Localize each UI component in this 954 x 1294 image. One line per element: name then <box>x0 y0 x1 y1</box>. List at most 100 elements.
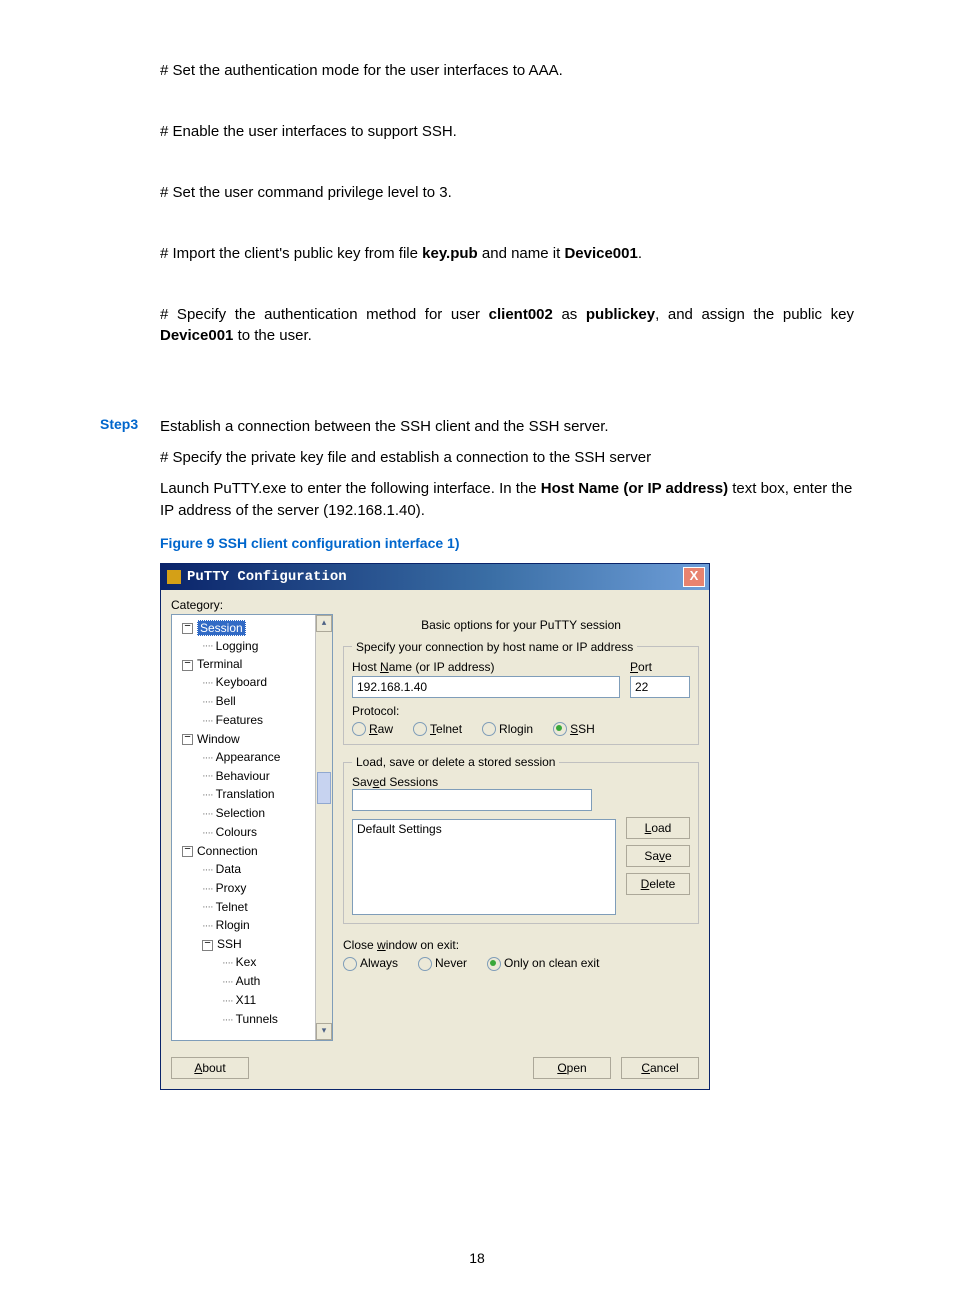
tree-auth[interactable]: ····Auth <box>176 972 330 991</box>
tree-bell[interactable]: ····Bell <box>176 692 330 711</box>
tree-label: Kex <box>236 955 257 969</box>
figure-caption: Figure 9 SSH client configuration interf… <box>160 535 894 551</box>
save-button[interactable]: Save <box>626 845 690 867</box>
radio-icon <box>418 957 432 971</box>
tree-label: Data <box>216 862 241 876</box>
tree-label: Colours <box>216 825 257 839</box>
tree-logging[interactable]: ····Logging <box>176 637 330 656</box>
bold-device001b: Device001 <box>160 327 233 344</box>
step3-text: Establish a connection between the SSH c… <box>160 416 854 437</box>
tree-data[interactable]: ····Data <box>176 860 330 879</box>
tree-label: Logging <box>216 639 259 653</box>
text: . <box>638 245 642 262</box>
open-button[interactable]: Open <box>533 1057 611 1079</box>
radio-telnet[interactable]: Telnet <box>413 722 462 737</box>
tree-label: Terminal <box>197 657 242 671</box>
collapse-icon[interactable]: − <box>182 734 193 745</box>
radio-raw[interactable]: Raw <box>352 722 393 737</box>
doc-line-4: # Import the client's public key from fi… <box>160 243 854 264</box>
tree-label: Session <box>197 620 246 636</box>
tree-label: Features <box>216 713 263 727</box>
cancel-button[interactable]: Cancel <box>621 1057 699 1079</box>
port-label: Port <box>630 660 690 674</box>
after-step-2: Launch PuTTY.exe to enter the following … <box>160 478 854 523</box>
tree-label: X11 <box>236 993 256 1007</box>
tree-colours[interactable]: ····Colours <box>176 823 330 842</box>
collapse-icon[interactable]: − <box>202 940 213 951</box>
window-title: PuTTY Configuration <box>187 569 683 585</box>
radio-icon <box>487 957 501 971</box>
scroll-up-icon[interactable]: ▴ <box>316 615 332 632</box>
scroll-thumb[interactable] <box>317 772 331 804</box>
tree-label: Window <box>197 732 240 746</box>
tree-label: Rlogin <box>216 918 250 932</box>
radio-ssh[interactable]: SSH <box>553 722 595 737</box>
tree-kex[interactable]: ····Kex <box>176 953 330 972</box>
connection-group: Specify your connection by host name or … <box>343 640 699 746</box>
tree-proxy[interactable]: ····Proxy <box>176 879 330 898</box>
bold-client002: client002 <box>489 306 553 323</box>
tree-ssh[interactable]: −SSH <box>176 935 330 953</box>
titlebar[interactable]: PuTTY Configuration X <box>161 564 709 590</box>
close-label: Close window on exit: <box>343 938 699 952</box>
scroll-down-icon[interactable]: ▾ <box>316 1023 332 1040</box>
tree-label: Telnet <box>216 900 248 914</box>
tree-telnet[interactable]: ····Telnet <box>176 898 330 917</box>
saved-session-input[interactable] <box>352 789 592 811</box>
sessions-list[interactable]: Default Settings <box>352 819 616 915</box>
saved-sessions-label: Saved Sessions <box>352 775 690 789</box>
bold-publickey: publickey <box>586 306 655 323</box>
tree-label: Keyboard <box>216 675 267 689</box>
radio-icon <box>553 722 567 736</box>
tree-window[interactable]: −Window <box>176 730 330 748</box>
tree-label: Proxy <box>216 881 247 895</box>
collapse-icon[interactable]: − <box>182 660 193 671</box>
doc-line-1: # Set the authentication mode for the us… <box>160 60 854 81</box>
radio-clean-exit[interactable]: Only on clean exit <box>487 956 599 971</box>
tree-connection[interactable]: −Connection <box>176 842 330 860</box>
list-item[interactable]: Default Settings <box>357 822 611 836</box>
tree-behaviour[interactable]: ····Behaviour <box>176 767 330 786</box>
about-button[interactable]: About <box>171 1057 249 1079</box>
radio-icon <box>352 722 366 736</box>
port-input[interactable] <box>630 676 690 698</box>
bold-device001: Device001 <box>564 245 637 262</box>
tree-selection[interactable]: ····Selection <box>176 804 330 823</box>
step3-label: Step3 <box>100 416 160 437</box>
close-on-exit-group: Close window on exit: Always Never Only … <box>343 938 699 971</box>
collapse-icon[interactable]: − <box>182 623 193 634</box>
radio-never[interactable]: Never <box>418 956 467 971</box>
text: # Specify the authentication method for … <box>160 306 489 323</box>
tree-label: SSH <box>217 937 242 951</box>
tree-rlogin[interactable]: ····Rlogin <box>176 916 330 935</box>
tree-session[interactable]: −Session <box>176 619 330 637</box>
tree-terminal[interactable]: −Terminal <box>176 655 330 673</box>
radio-rlogin[interactable]: Rlogin <box>482 722 533 737</box>
dialog-footer: About Open Cancel <box>161 1047 709 1089</box>
radio-always[interactable]: Always <box>343 956 398 971</box>
host-input[interactable] <box>352 676 620 698</box>
text: and name it <box>478 245 565 262</box>
tree-x11[interactable]: ····X11 <box>176 991 330 1010</box>
doc-line-5: # Specify the authentication method for … <box>160 304 854 346</box>
radio-icon <box>413 722 427 736</box>
doc-line-3: # Set the user command privilege level t… <box>160 182 854 203</box>
tree-features[interactable]: ····Features <box>176 711 330 730</box>
close-icon[interactable]: X <box>683 567 705 587</box>
category-tree[interactable]: −Session ····Logging −Terminal ····Keybo… <box>171 614 333 1041</box>
collapse-icon[interactable]: − <box>182 846 193 857</box>
group-legend: Specify your connection by host name or … <box>352 640 637 654</box>
tree-label: Auth <box>236 974 261 988</box>
tree-label: Connection <box>197 844 258 858</box>
delete-button[interactable]: Delete <box>626 873 690 895</box>
tree-label: Selection <box>216 806 265 820</box>
tree-keyboard[interactable]: ····Keyboard <box>176 673 330 692</box>
load-button[interactable]: Load <box>626 817 690 839</box>
tree-tunnels[interactable]: ····Tunnels <box>176 1010 330 1029</box>
tree-translation[interactable]: ····Translation <box>176 785 330 804</box>
page-number: 18 <box>0 1250 954 1266</box>
text: Launch PuTTY.exe to enter the following … <box>160 480 541 497</box>
scrollbar[interactable]: ▴ ▾ <box>315 615 332 1040</box>
tree-appearance[interactable]: ····Appearance <box>176 748 330 767</box>
text: to the user. <box>233 327 311 344</box>
